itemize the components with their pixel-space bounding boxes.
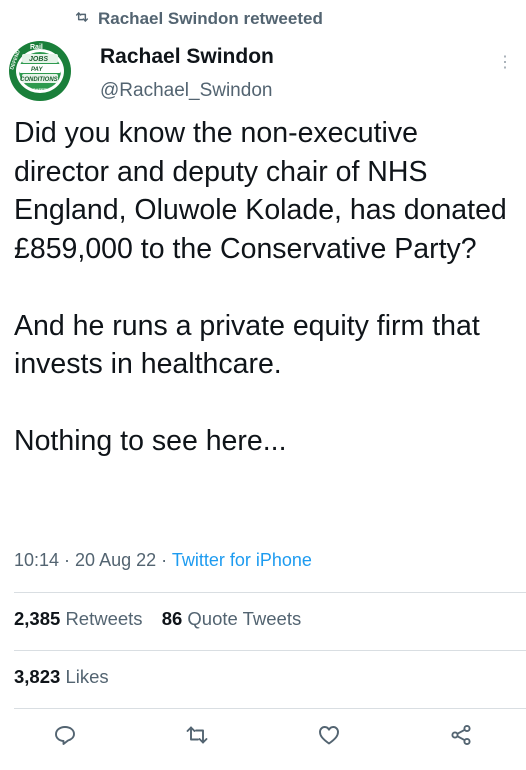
- meta-separator: ·: [59, 550, 76, 570]
- retweet-small-icon: [74, 9, 90, 30]
- author-name[interactable]: Rachael Swindon: [100, 45, 274, 69]
- retweets-label: Retweets: [65, 608, 143, 629]
- tweet-body: Did you know the non-executive director …: [14, 114, 520, 461]
- reply-icon[interactable]: [52, 722, 78, 748]
- retweets-stat[interactable]: 2,385 Retweets: [14, 608, 143, 630]
- tweet-metadata: 10:14 · 20 Aug 22 · Twitter for iPhone: [14, 550, 312, 571]
- divider: [14, 650, 526, 651]
- likes-stat[interactable]: 3,823 Likes: [14, 666, 109, 688]
- avatar-badge-text: PAY: [31, 67, 43, 73]
- social-context[interactable]: Rachael Swindon retweeted: [74, 6, 323, 32]
- retweets-count: 2,385: [14, 608, 61, 629]
- tweet-paragraph: Did you know the non-executive director …: [14, 117, 507, 265]
- quote-tweets-count: 86: [161, 608, 183, 629]
- likes-count: 3,823: [14, 666, 61, 687]
- avatar[interactable]: Rail DEFEND JOBS PAY CONDITIONS SAFETY: [8, 40, 72, 102]
- quote-tweets-label: Quote Tweets: [187, 608, 302, 629]
- quote-tweets-stat[interactable]: 86 Quote Tweets: [162, 608, 302, 630]
- action-bar: [0, 722, 526, 752]
- engagement-stats: 2,385 Retweets 86 Quote Tweets: [14, 608, 315, 630]
- avatar-badge-text: CONDITIONS: [20, 77, 58, 83]
- likes-label: Likes: [65, 666, 109, 687]
- social-context-label: Rachael Swindon retweeted: [98, 9, 323, 28]
- tweet-time[interactable]: 10:14: [14, 550, 59, 570]
- tweet-paragraph: And he runs a private equity firm that i…: [14, 309, 480, 381]
- divider: [14, 708, 526, 709]
- avatar-badge-text: SAFETY: [33, 87, 49, 92]
- tweet-source[interactable]: Twitter for iPhone: [172, 550, 312, 570]
- tweet-paragraph: Nothing to see here...: [14, 425, 287, 457]
- share-icon[interactable]: [448, 722, 474, 748]
- avatar-badge-text: JOBS: [29, 56, 48, 63]
- like-icon[interactable]: [316, 722, 342, 748]
- divider: [14, 592, 526, 593]
- avatar-badge-text: Rail: [30, 44, 43, 51]
- more-options-icon[interactable]: ⋮: [497, 52, 514, 72]
- retweet-icon[interactable]: [184, 722, 210, 748]
- tweet-date[interactable]: 20 Aug 22: [75, 550, 156, 570]
- meta-separator: ·: [156, 550, 172, 570]
- author-handle[interactable]: @Rachael_Swindon: [100, 80, 272, 102]
